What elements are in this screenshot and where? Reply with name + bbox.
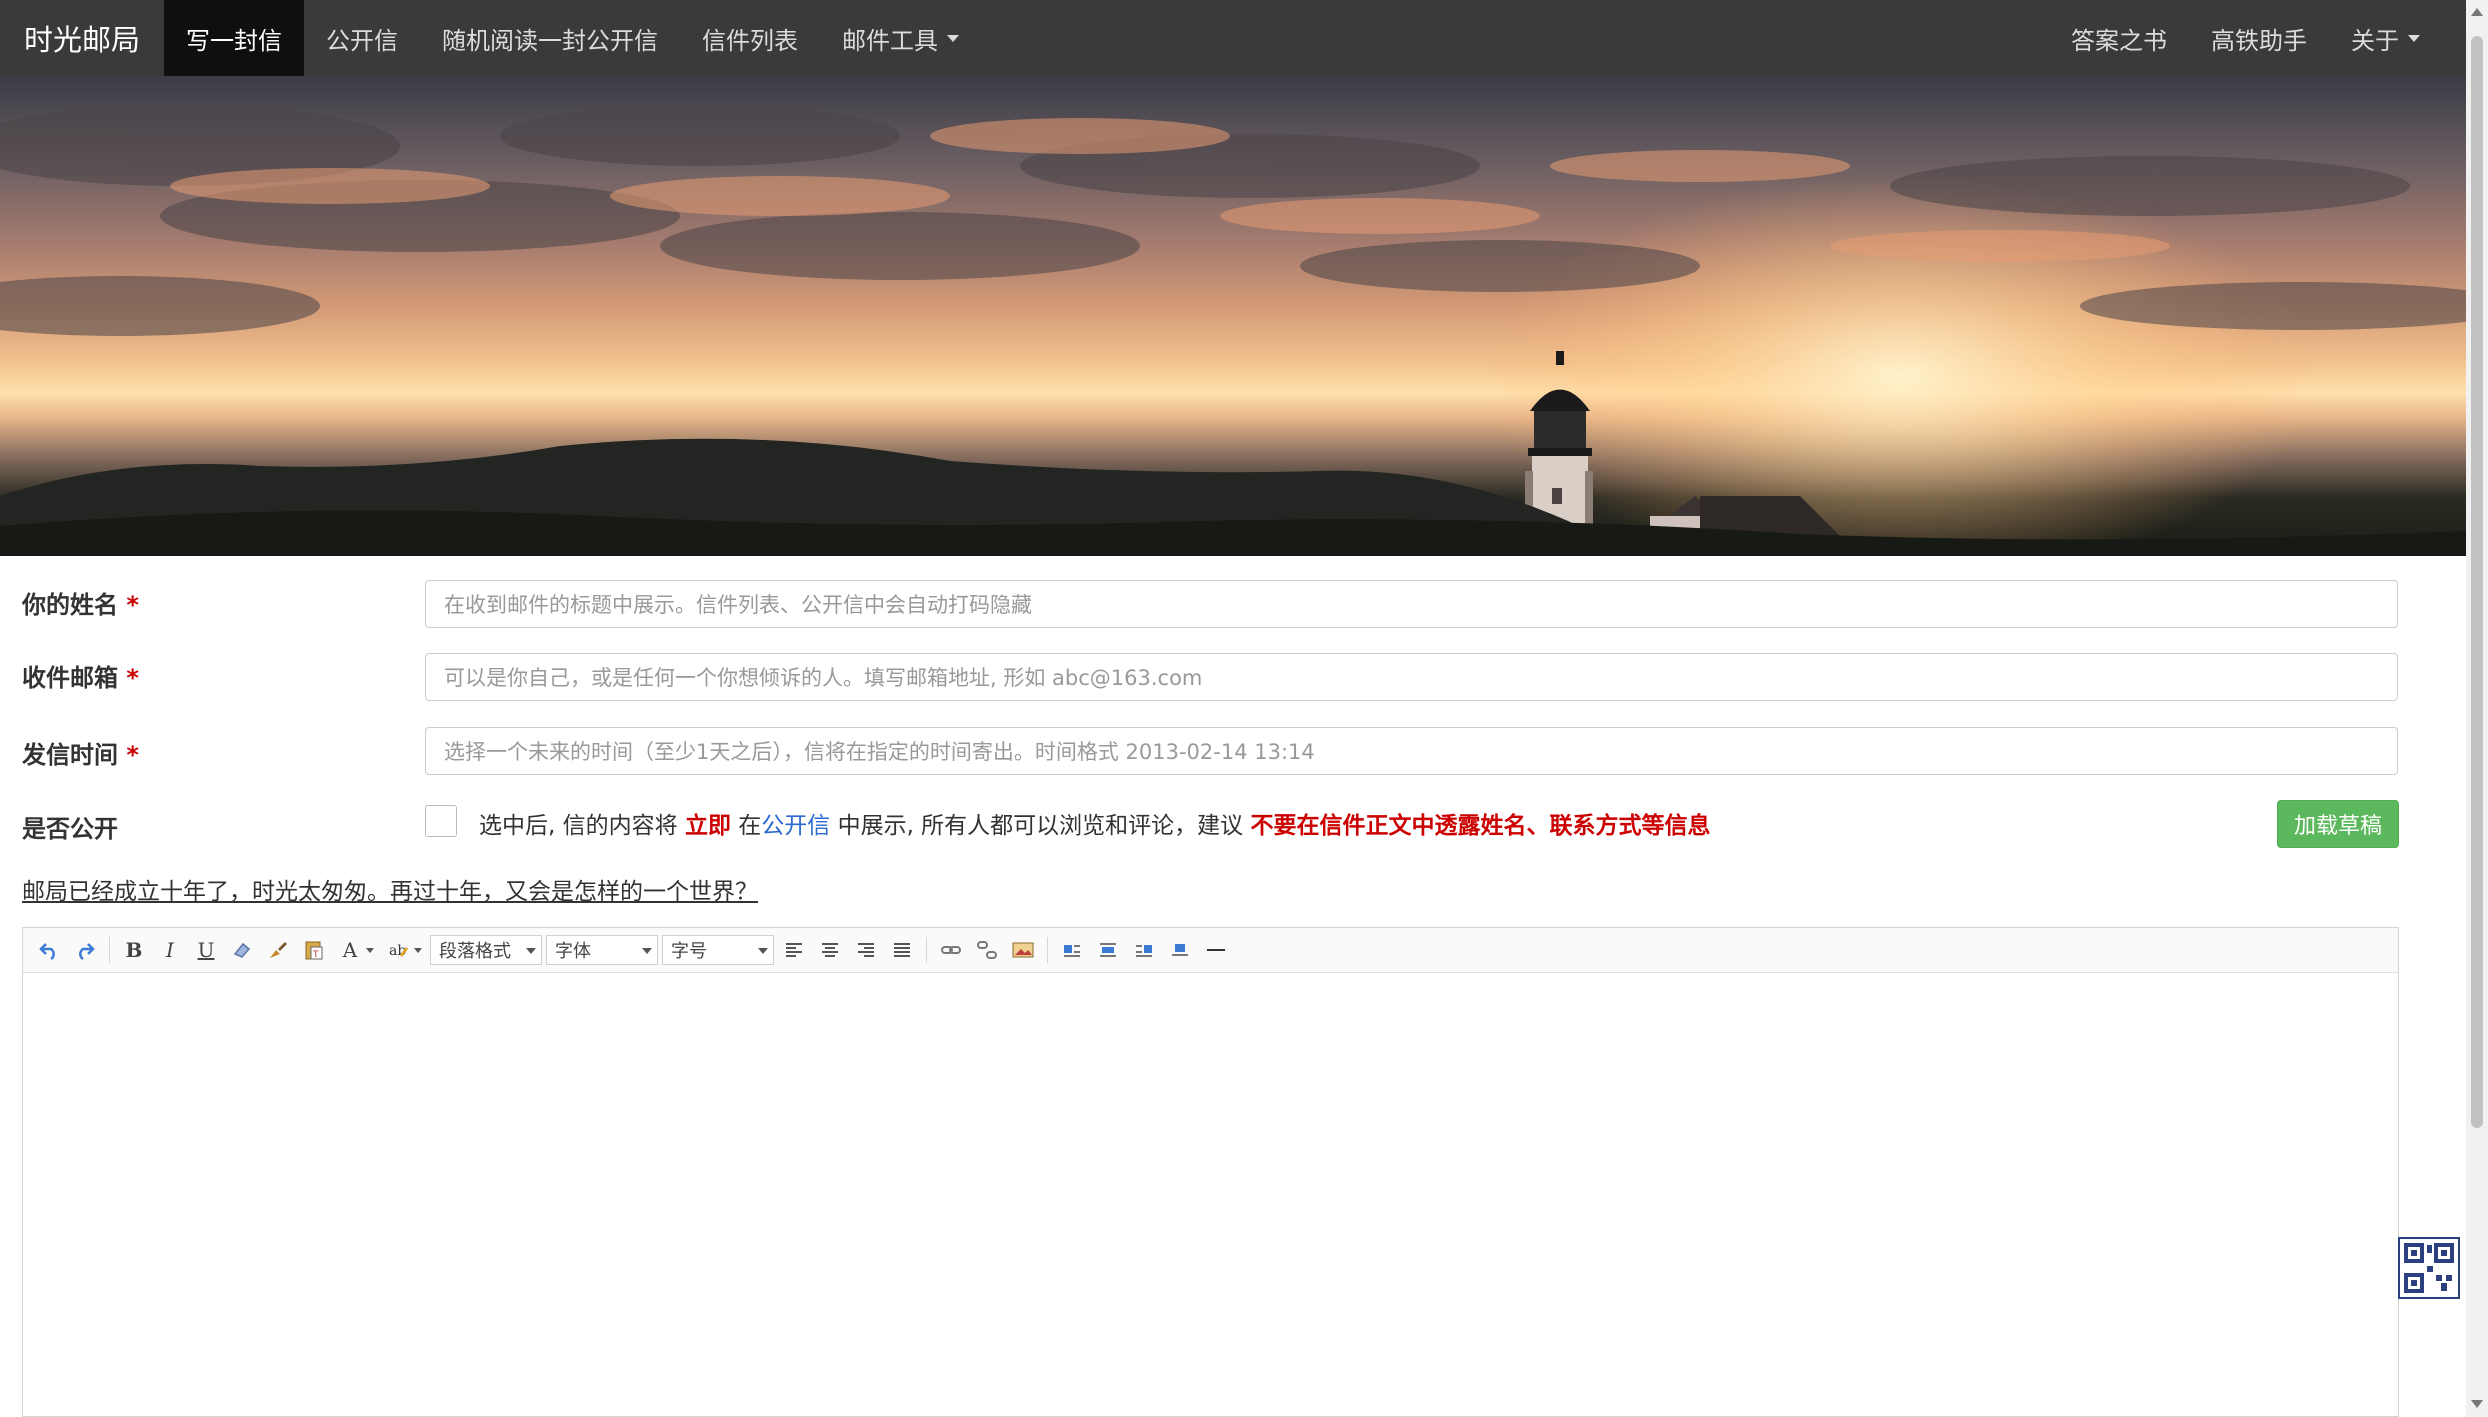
top-navbar: 时光邮局 写一封信 公开信 随机阅读一封公开信 信件列表 邮件工具 答案之书 高… xyxy=(0,0,2466,76)
public-text-3: 中展示, 所有人都可以浏览和评论，建议 xyxy=(837,813,1244,839)
public-text-2: 在 xyxy=(738,813,762,839)
float-right-icon[interactable] xyxy=(1128,934,1160,966)
float-left-icon[interactable] xyxy=(1056,934,1088,966)
send-time-label: 发信时间 * xyxy=(22,735,139,770)
editor-toolbar: B I U T A ab 段落格式 字体 字号 xyxy=(23,928,2398,973)
lighthouse-sunset-illustration xyxy=(0,106,2466,556)
font-family-select[interactable]: 字体 xyxy=(546,935,658,965)
unlink-icon[interactable] xyxy=(971,934,1003,966)
undo-icon[interactable] xyxy=(33,934,65,966)
public-letters-link[interactable]: 公开信 xyxy=(761,813,830,839)
link-icon[interactable] xyxy=(935,934,967,966)
font-family-value: 字体 xyxy=(555,941,591,962)
scroll-up-arrow-icon[interactable] xyxy=(2471,8,2483,16)
public-text-strong: 立即 xyxy=(684,813,731,839)
redo-icon[interactable] xyxy=(69,934,101,966)
name-label: 你的姓名 * xyxy=(22,585,139,620)
paragraph-format-select[interactable]: 段落格式 xyxy=(430,935,542,965)
nav-random-letter[interactable]: 随机阅读一封公开信 xyxy=(420,0,680,76)
send-time-label-text: 发信时间 xyxy=(22,741,118,769)
svg-text:T: T xyxy=(312,950,319,960)
public-checkbox[interactable] xyxy=(425,805,457,837)
public-description: 选中后, 信的内容将 立即 在公开信 中展示, 所有人都可以浏览和评论，建议 不… xyxy=(479,806,1711,840)
float-none-icon[interactable] xyxy=(1092,934,1124,966)
public-text-1: 选中后, 信的内容将 xyxy=(479,813,678,839)
public-text-warning: 不要在信件正文中透露姓名、联系方式等信息 xyxy=(1250,813,1711,839)
scrollbar-thumb[interactable] xyxy=(2471,36,2483,1128)
nav-public-letters[interactable]: 公开信 xyxy=(304,0,420,76)
editor-body[interactable] xyxy=(23,973,2398,1416)
scroll-down-arrow-icon[interactable] xyxy=(2471,1400,2483,1408)
required-mark: * xyxy=(126,664,139,692)
send-time-input-placeholder: 选择一个未来的时间（至少1天之后），信将在指定的时间寄出。时间格式 2013-0… xyxy=(444,740,1315,764)
name-label-text: 你的姓名 xyxy=(22,591,118,619)
email-label-text: 收件邮箱 xyxy=(22,664,118,692)
page-scrollbar[interactable] xyxy=(2466,0,2488,1417)
email-input[interactable]: 可以是你自己，或是任何一个你想倾诉的人。填写邮箱地址, 形如 abc@163.c… xyxy=(425,653,2398,701)
required-mark: * xyxy=(126,591,139,619)
paste-text-icon[interactable]: T xyxy=(298,934,330,966)
font-size-select[interactable]: 字号 xyxy=(662,935,774,965)
nav-mail-tools-dropdown[interactable]: 邮件工具 xyxy=(820,0,981,76)
send-time-input[interactable]: 选择一个未来的时间（至少1天之后），信将在指定的时间寄出。时间格式 2013-0… xyxy=(425,727,2398,775)
nav-write-letter[interactable]: 写一封信 xyxy=(164,0,305,76)
eraser-icon[interactable] xyxy=(226,934,258,966)
align-justify-icon[interactable] xyxy=(886,934,918,966)
font-size-value: 字号 xyxy=(671,941,707,962)
underline-icon[interactable]: U xyxy=(190,934,222,966)
required-mark: * xyxy=(126,741,139,769)
nav-answer-book[interactable]: 答案之书 xyxy=(2049,0,2189,76)
font-color-icon[interactable]: A xyxy=(334,934,366,966)
align-left-icon[interactable] xyxy=(778,934,810,966)
center-block-icon[interactable] xyxy=(1164,934,1196,966)
align-center-icon[interactable] xyxy=(814,934,846,966)
caret-down-icon xyxy=(2408,34,2420,42)
paragraph-format-value: 段落格式 xyxy=(439,941,511,962)
nav-about-label: 关于 xyxy=(2351,26,2399,55)
qr-code-icon[interactable] xyxy=(2398,1237,2460,1299)
nav-mail-tools-label: 邮件工具 xyxy=(842,26,939,55)
public-label: 是否公开 xyxy=(22,815,118,843)
nav-letter-list[interactable]: 信件列表 xyxy=(680,0,820,76)
email-label: 收件邮箱 * xyxy=(22,658,139,693)
nav-about-dropdown[interactable]: 关于 xyxy=(2329,0,2466,76)
name-input[interactable]: 在收到邮件的标题中展示。信件列表、公开信中会自动打码隐藏 xyxy=(425,580,2398,628)
image-icon[interactable] xyxy=(1007,934,1039,966)
email-input-placeholder: 可以是你自己，或是任何一个你想倾诉的人。填写邮箱地址, 形如 abc@163.c… xyxy=(444,666,1203,690)
load-draft-button[interactable]: 加载草稿 xyxy=(2277,800,2399,848)
rich-text-editor[interactable]: B I U T A ab 段落格式 字体 字号 xyxy=(22,927,2399,1417)
brand-logo[interactable]: 时光邮局 xyxy=(0,0,164,76)
hero-banner-image xyxy=(0,76,2466,556)
bold-icon[interactable]: B xyxy=(118,934,150,966)
highlight-icon[interactable]: ab xyxy=(382,934,414,966)
format-brush-icon[interactable] xyxy=(262,934,294,966)
anniversary-notice-link[interactable]: 邮局已经成立十年了，时光太匆匆。再过十年，又会是怎样的一个世界？ xyxy=(22,872,758,906)
italic-icon[interactable]: I xyxy=(154,934,186,966)
caret-down-icon xyxy=(947,34,960,42)
nav-rail-helper[interactable]: 高铁助手 xyxy=(2189,0,2329,76)
align-right-icon[interactable] xyxy=(850,934,882,966)
horizontal-rule-icon[interactable] xyxy=(1200,934,1232,966)
name-input-placeholder: 在收到邮件的标题中展示。信件列表、公开信中会自动打码隐藏 xyxy=(444,593,1032,617)
